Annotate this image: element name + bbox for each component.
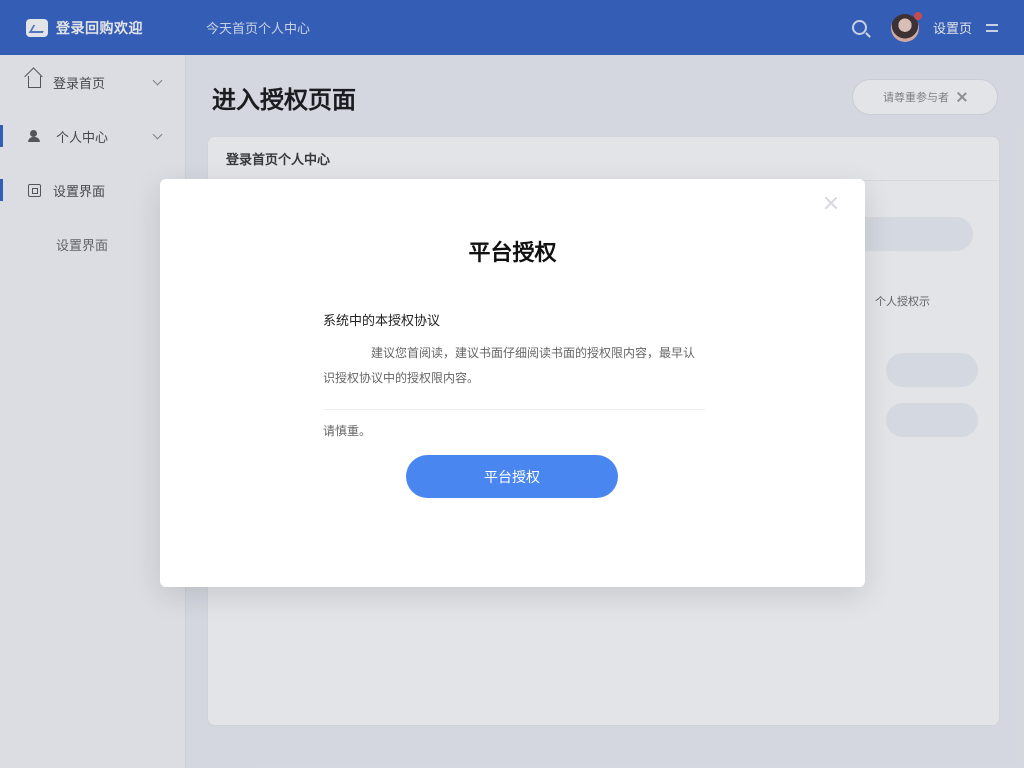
note-text: 请慎重。 — [323, 424, 372, 438]
modal-title: 平台授权 — [468, 241, 557, 266]
authorization-modal: 平台授权 系统中的本授权协议 建议您首阅读，建议书面仔细阅读书面的授权限内容，最… — [160, 179, 865, 587]
divider — [323, 409, 705, 410]
agreement-title: 系统中的本授权协议 — [323, 314, 441, 329]
authorize-button[interactable]: 平台授权 — [406, 455, 618, 498]
close-icon[interactable] — [823, 195, 839, 211]
modal-body: 系统中的本授权协议 建议您首阅读，建议书面仔细阅读书面的授权限内容，最早认识授权… — [323, 310, 705, 439]
app-root: 登录回购欢迎 今天首页个人中心 设置页 登录首页 个人中心 设置界面 设置界面 — [0, 0, 1024, 768]
agreement-text: 建议您首阅读，建议书面仔细阅读书面的授权限内容，最早认识授权协议中的授权限内容。 — [323, 346, 696, 385]
